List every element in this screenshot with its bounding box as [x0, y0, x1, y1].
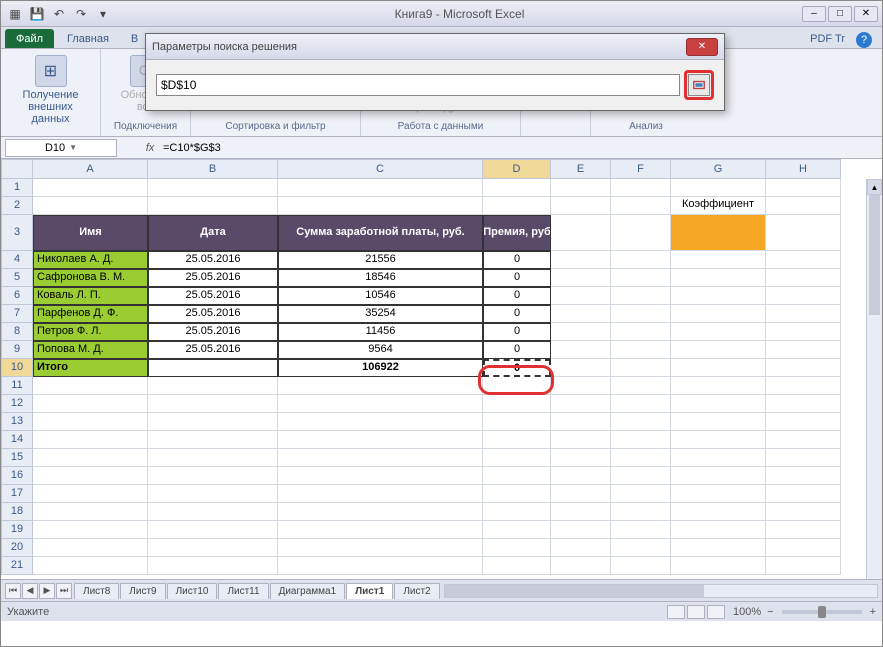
sheet-tab[interactable]: Лист11	[218, 583, 268, 599]
tab-pdf[interactable]: PDF Tr	[799, 29, 856, 48]
sheet-tab[interactable]: Лист9	[120, 583, 165, 599]
sortfilter-group-label: Сортировка и фильтр	[225, 121, 325, 132]
annotation-highlight-expand-button	[684, 70, 714, 100]
redo-icon[interactable]: ↷	[73, 6, 89, 22]
excel-icon: ▦	[7, 6, 23, 22]
save-icon[interactable]: 💾	[29, 6, 45, 22]
undo-icon[interactable]: ↶	[51, 6, 67, 22]
view-page-break-icon[interactable]	[707, 605, 725, 619]
col-header-D[interactable]: D	[483, 159, 551, 179]
sheet-nav-prev-icon[interactable]: ◀	[22, 583, 38, 599]
col-header-E[interactable]: E	[551, 159, 611, 179]
row-header[interactable]: 6	[1, 287, 33, 305]
cell-total-label[interactable]: Итого	[33, 359, 148, 377]
get-external-label: Получение внешних данных	[11, 89, 90, 125]
cell-header-name[interactable]: Имя	[33, 215, 148, 251]
tab-file[interactable]: Файл	[5, 29, 54, 48]
cell-total-salary[interactable]: 106922	[278, 359, 483, 377]
connections-group-label: Подключения	[114, 121, 177, 132]
fx-icon[interactable]: fx	[141, 139, 159, 157]
col-header-F[interactable]: F	[611, 159, 671, 179]
datawork-group-label: Работа с данными	[398, 121, 484, 132]
view-normal-icon[interactable]	[667, 605, 685, 619]
row-header[interactable]: 11	[1, 377, 33, 395]
help-icon[interactable]: ?	[856, 32, 872, 48]
sheet-tab[interactable]: Лист2	[394, 583, 439, 599]
row-header[interactable]: 2	[1, 197, 33, 215]
row-header[interactable]: 19	[1, 521, 33, 539]
tab-home[interactable]: Главная	[56, 29, 120, 48]
col-header-C[interactable]: C	[278, 159, 483, 179]
sheet-tab[interactable]: Лист10	[167, 583, 218, 599]
row-header[interactable]: 20	[1, 539, 33, 557]
vertical-scrollbar[interactable]: ▲	[866, 179, 882, 579]
sheet-tab[interactable]: Диаграмма1	[270, 583, 346, 599]
dialog-title: Параметры поиска решения	[152, 41, 686, 53]
database-icon: ⊞	[35, 55, 67, 87]
zoom-out-icon[interactable]: −	[767, 606, 773, 618]
row-header[interactable]: 15	[1, 449, 33, 467]
maximize-button[interactable]: □	[828, 6, 852, 22]
expand-dialog-button[interactable]	[688, 74, 710, 96]
row-header[interactable]: 10	[1, 359, 33, 377]
horizontal-scrollbar[interactable]	[444, 584, 878, 598]
status-text: Укажите	[7, 606, 49, 618]
view-page-layout-icon[interactable]	[687, 605, 705, 619]
cell-header-date[interactable]: Дата	[148, 215, 278, 251]
sheet-nav-first-icon[interactable]: ⏮	[5, 583, 21, 599]
qat-more-icon[interactable]: ▾	[95, 6, 111, 22]
name-box[interactable]: D10▼	[5, 139, 117, 157]
formula-bar[interactable]	[159, 140, 882, 156]
row-header[interactable]: 14	[1, 431, 33, 449]
solver-target-input[interactable]	[156, 74, 680, 96]
row-header[interactable]: 7	[1, 305, 33, 323]
row-header[interactable]: 18	[1, 503, 33, 521]
row-header[interactable]: 8	[1, 323, 33, 341]
row-header[interactable]: 12	[1, 395, 33, 413]
sheet-tab[interactable]: Лист8	[74, 583, 119, 599]
zoom-level[interactable]: 100%	[733, 606, 761, 618]
sheet-nav-last-icon[interactable]: ⏭	[56, 583, 72, 599]
cell-coef-label[interactable]: Коэффициент	[671, 197, 766, 215]
expand-icon	[692, 78, 706, 92]
solver-dialog: Параметры поиска решения ✕	[145, 33, 725, 111]
worksheet-grid[interactable]: A B C D E F G H 1 2 Коэффициент 3ИмяДатаС…	[1, 159, 882, 579]
col-header-G[interactable]: G	[671, 159, 766, 179]
minimize-button[interactable]: –	[802, 6, 826, 22]
close-button[interactable]: ✕	[854, 6, 878, 22]
row-header[interactable]: 3	[1, 215, 33, 251]
dialog-close-button[interactable]: ✕	[686, 38, 718, 56]
cell-coef-value[interactable]	[671, 215, 766, 251]
row-header[interactable]: 16	[1, 467, 33, 485]
get-external-data-button[interactable]: ⊞ Получение внешних данных	[9, 53, 92, 127]
row-header[interactable]: 17	[1, 485, 33, 503]
cell-D10-selected[interactable]: 0	[483, 359, 551, 377]
sheet-nav-next-icon[interactable]: ▶	[39, 583, 55, 599]
sheet-tab-active[interactable]: Лист1	[346, 583, 393, 599]
cell-name[interactable]: Николаев А. Д.	[33, 251, 148, 269]
cell-header-bonus[interactable]: Премия, руб	[483, 215, 551, 251]
zoom-in-icon[interactable]: +	[870, 606, 876, 618]
namebox-dropdown-icon[interactable]: ▼	[69, 143, 77, 152]
window-title: Книга9 - Microsoft Excel	[117, 7, 802, 21]
row-header[interactable]: 4	[1, 251, 33, 269]
cell-header-salary[interactable]: Сумма заработной платы, руб.	[278, 215, 483, 251]
row-header[interactable]: 21	[1, 557, 33, 575]
col-header-H[interactable]: H	[766, 159, 841, 179]
col-header-A[interactable]: A	[33, 159, 148, 179]
row-header[interactable]: 9	[1, 341, 33, 359]
select-all-corner[interactable]	[1, 159, 33, 179]
analysis-group-label: Анализ	[629, 121, 663, 132]
zoom-slider[interactable]	[782, 610, 862, 614]
row-header[interactable]: 5	[1, 269, 33, 287]
row-header[interactable]: 13	[1, 413, 33, 431]
col-header-B[interactable]: B	[148, 159, 278, 179]
row-header[interactable]: 1	[1, 179, 33, 197]
